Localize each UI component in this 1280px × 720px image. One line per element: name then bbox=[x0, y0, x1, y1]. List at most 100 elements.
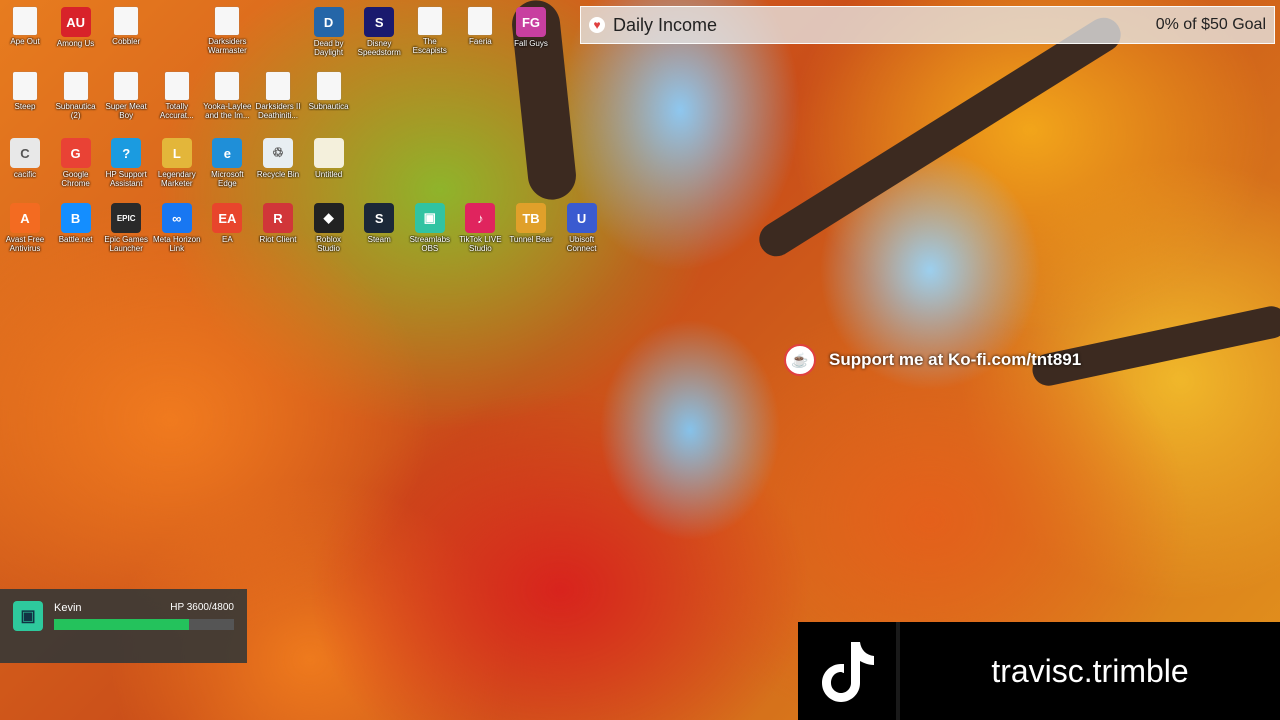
desktop-icon-label: The Escapists bbox=[412, 37, 447, 55]
desktop-icon[interactable]: TB Tunnel Bear bbox=[506, 201, 556, 263]
desktop-icon[interactable]: A Avast Free Antivirus bbox=[0, 201, 50, 263]
desktop-icon-label: Subnautica bbox=[308, 102, 349, 111]
income-goal-text: 0% of $50 Goal bbox=[1155, 16, 1266, 33]
app-icon: e bbox=[212, 138, 243, 168]
desktop-icon[interactable]: AU Among Us bbox=[51, 5, 101, 67]
desktop-icon[interactable]: Yooka-Laylee and the Im... bbox=[202, 70, 252, 132]
app-icon: ◆ bbox=[313, 203, 344, 233]
app-icon: FG bbox=[516, 7, 546, 37]
tiktok-icon bbox=[798, 622, 896, 720]
desktop-icon[interactable]: L Legendary Marketer bbox=[152, 136, 202, 198]
desktop-icon[interactable]: Darksiders Warmaster bbox=[202, 5, 252, 67]
desktop-icon[interactable]: G Google Chrome bbox=[51, 136, 101, 198]
viewer-hp-widget: ▣ Kevin HP 3600/4800 bbox=[0, 589, 247, 663]
desktop-icon[interactable]: U Ubisoft Connect bbox=[557, 201, 607, 263]
desktop-icon-label: Among Us bbox=[56, 39, 95, 48]
app-icon: S bbox=[364, 203, 395, 233]
desktop-icon-label: Darksiders II Deathiniti... bbox=[255, 102, 301, 120]
desktop-icon-label: Faeria bbox=[469, 37, 492, 46]
income-title: Daily Income bbox=[613, 14, 718, 35]
desktop-icon[interactable]: Faeria bbox=[455, 5, 505, 67]
app-icon: B bbox=[60, 203, 91, 233]
desktop-icon-label: Streamlabs OBS bbox=[409, 235, 451, 253]
app-icon: A bbox=[10, 203, 40, 233]
tiktok-handle: travisc.trimble bbox=[991, 652, 1189, 689]
app-icon: AU bbox=[60, 7, 91, 37]
desktop-icon[interactable]: Ccacific bbox=[0, 136, 50, 198]
desktop-icon-label: Subnautica (2) bbox=[55, 102, 96, 120]
desktop-icon[interactable]: Totally Accurat... bbox=[152, 70, 202, 132]
desktop-icon[interactable]: ♲ Recycle Bin bbox=[253, 136, 303, 198]
desktop-icon[interactable]: R Riot Client bbox=[253, 201, 303, 263]
desktop-icon[interactable]: Subnautica bbox=[304, 70, 354, 132]
desktop-icon[interactable]: ? HP Support Assistant bbox=[101, 136, 151, 198]
app-icon: ♲ bbox=[263, 138, 293, 168]
app-icon: ▣ bbox=[414, 203, 445, 233]
desktop-icon[interactable]: The Escapists bbox=[405, 5, 455, 67]
desktop-icon[interactable]: Cobbler bbox=[101, 5, 151, 67]
desktop-icon-label: Avast Free Antivirus bbox=[5, 235, 45, 253]
desktop-icon-label: Super Meat Boy bbox=[105, 102, 147, 120]
app-icon: TB bbox=[516, 203, 546, 233]
app-icon bbox=[468, 7, 493, 35]
app-icon: EA bbox=[212, 203, 243, 233]
app-icon: EPIC bbox=[111, 203, 142, 233]
app-icon bbox=[13, 7, 37, 35]
app-icon bbox=[63, 72, 88, 100]
app-icon: ? bbox=[111, 138, 142, 168]
desktop-icon[interactable]: D Dead by Daylight bbox=[304, 5, 354, 67]
kofi-text: Support me at Ko-fi.com/tnt891 bbox=[829, 350, 1082, 369]
desktop-icon-label: Cobbler bbox=[112, 37, 141, 46]
desktop-icon-label: Riot Client bbox=[259, 235, 297, 244]
heart-icon: ♥ bbox=[589, 17, 605, 33]
desktop-icon[interactable]: ▣ Streamlabs OBS bbox=[405, 201, 455, 263]
app-icon: G bbox=[60, 138, 91, 168]
desktop-icon-label: Google Chrome bbox=[61, 170, 90, 188]
desktop-icon-label: HP Support Assistant bbox=[105, 170, 147, 188]
desktop-icon[interactable]: Super Meat Boy bbox=[101, 70, 151, 132]
app-icon bbox=[313, 138, 344, 168]
app-icon: S bbox=[364, 7, 395, 37]
desktop-icon-label: Legendary Marketer bbox=[157, 170, 196, 188]
app-icon: L bbox=[161, 138, 192, 168]
desktop-icon[interactable]: B Battle.net bbox=[51, 201, 101, 263]
desktop-icon[interactable]: EPIC Epic Games Launcher bbox=[101, 201, 151, 263]
app-icon bbox=[114, 72, 139, 100]
tiktok-banner: travisc.trimble bbox=[798, 622, 1280, 720]
desktop-icon-label: Steep bbox=[14, 102, 36, 111]
desktop-icon[interactable]: Subnautica (2) bbox=[51, 70, 101, 132]
app-icon: C bbox=[10, 138, 40, 168]
desktop-icon-label: Tunnel Bear bbox=[509, 235, 553, 244]
desktop-icon-label: Steam bbox=[367, 235, 391, 244]
desktop-icon[interactable]: ∞ Meta Horizon Link bbox=[152, 201, 202, 263]
hp-player-name: Kevin bbox=[54, 602, 82, 614]
app-icon: R bbox=[263, 203, 293, 233]
desktop-icon[interactable]: FG Fall Guys bbox=[506, 5, 556, 67]
desktop-icon-label: Ape Out bbox=[10, 37, 40, 46]
desktop-icon[interactable]: S Disney Speedstorm bbox=[354, 5, 404, 67]
desktop-icon[interactable]: Darksiders II Deathiniti... bbox=[253, 70, 303, 132]
app-icon: D bbox=[313, 7, 344, 37]
desktop-icon-label: Disney Speedstorm bbox=[357, 39, 401, 57]
desktop-icon-label: Recycle Bin bbox=[256, 170, 300, 179]
desktop-icon-label: Untitled bbox=[315, 170, 343, 179]
desktop-icon[interactable]: ♪ TikTok LIVE Studio bbox=[455, 201, 505, 263]
desktop-icon[interactable]: S Steam bbox=[354, 201, 404, 263]
app-icon: U bbox=[566, 203, 597, 233]
desktop-icon[interactable]: e Microsoft Edge bbox=[202, 136, 252, 198]
desktop-icon-label: cacific bbox=[13, 170, 37, 179]
desktop-icon[interactable]: Steep bbox=[0, 70, 50, 132]
app-icon bbox=[114, 7, 139, 35]
app-icon bbox=[13, 72, 37, 100]
desktop-icon-label: EA bbox=[222, 235, 233, 244]
desktop-icon[interactable]: Ape Out bbox=[0, 5, 50, 67]
desktop-icon-label: Roblox Studio bbox=[316, 235, 342, 253]
kofi-cup-icon: ☕ bbox=[784, 344, 816, 376]
desktop-icon[interactable]: ◆ Roblox Studio bbox=[304, 201, 354, 263]
app-icon: ♪ bbox=[465, 203, 496, 233]
app-icon bbox=[316, 72, 341, 100]
desktop-icon[interactable]: EA EA bbox=[202, 201, 252, 263]
daily-income-widget: ♥ Daily Income 0% of $50 Goal bbox=[580, 6, 1275, 44]
desktop-icon[interactable]: Untitled bbox=[304, 136, 354, 198]
kofi-support-banner: ☕ Support me at Ko-fi.com/tnt891 bbox=[784, 344, 1081, 376]
